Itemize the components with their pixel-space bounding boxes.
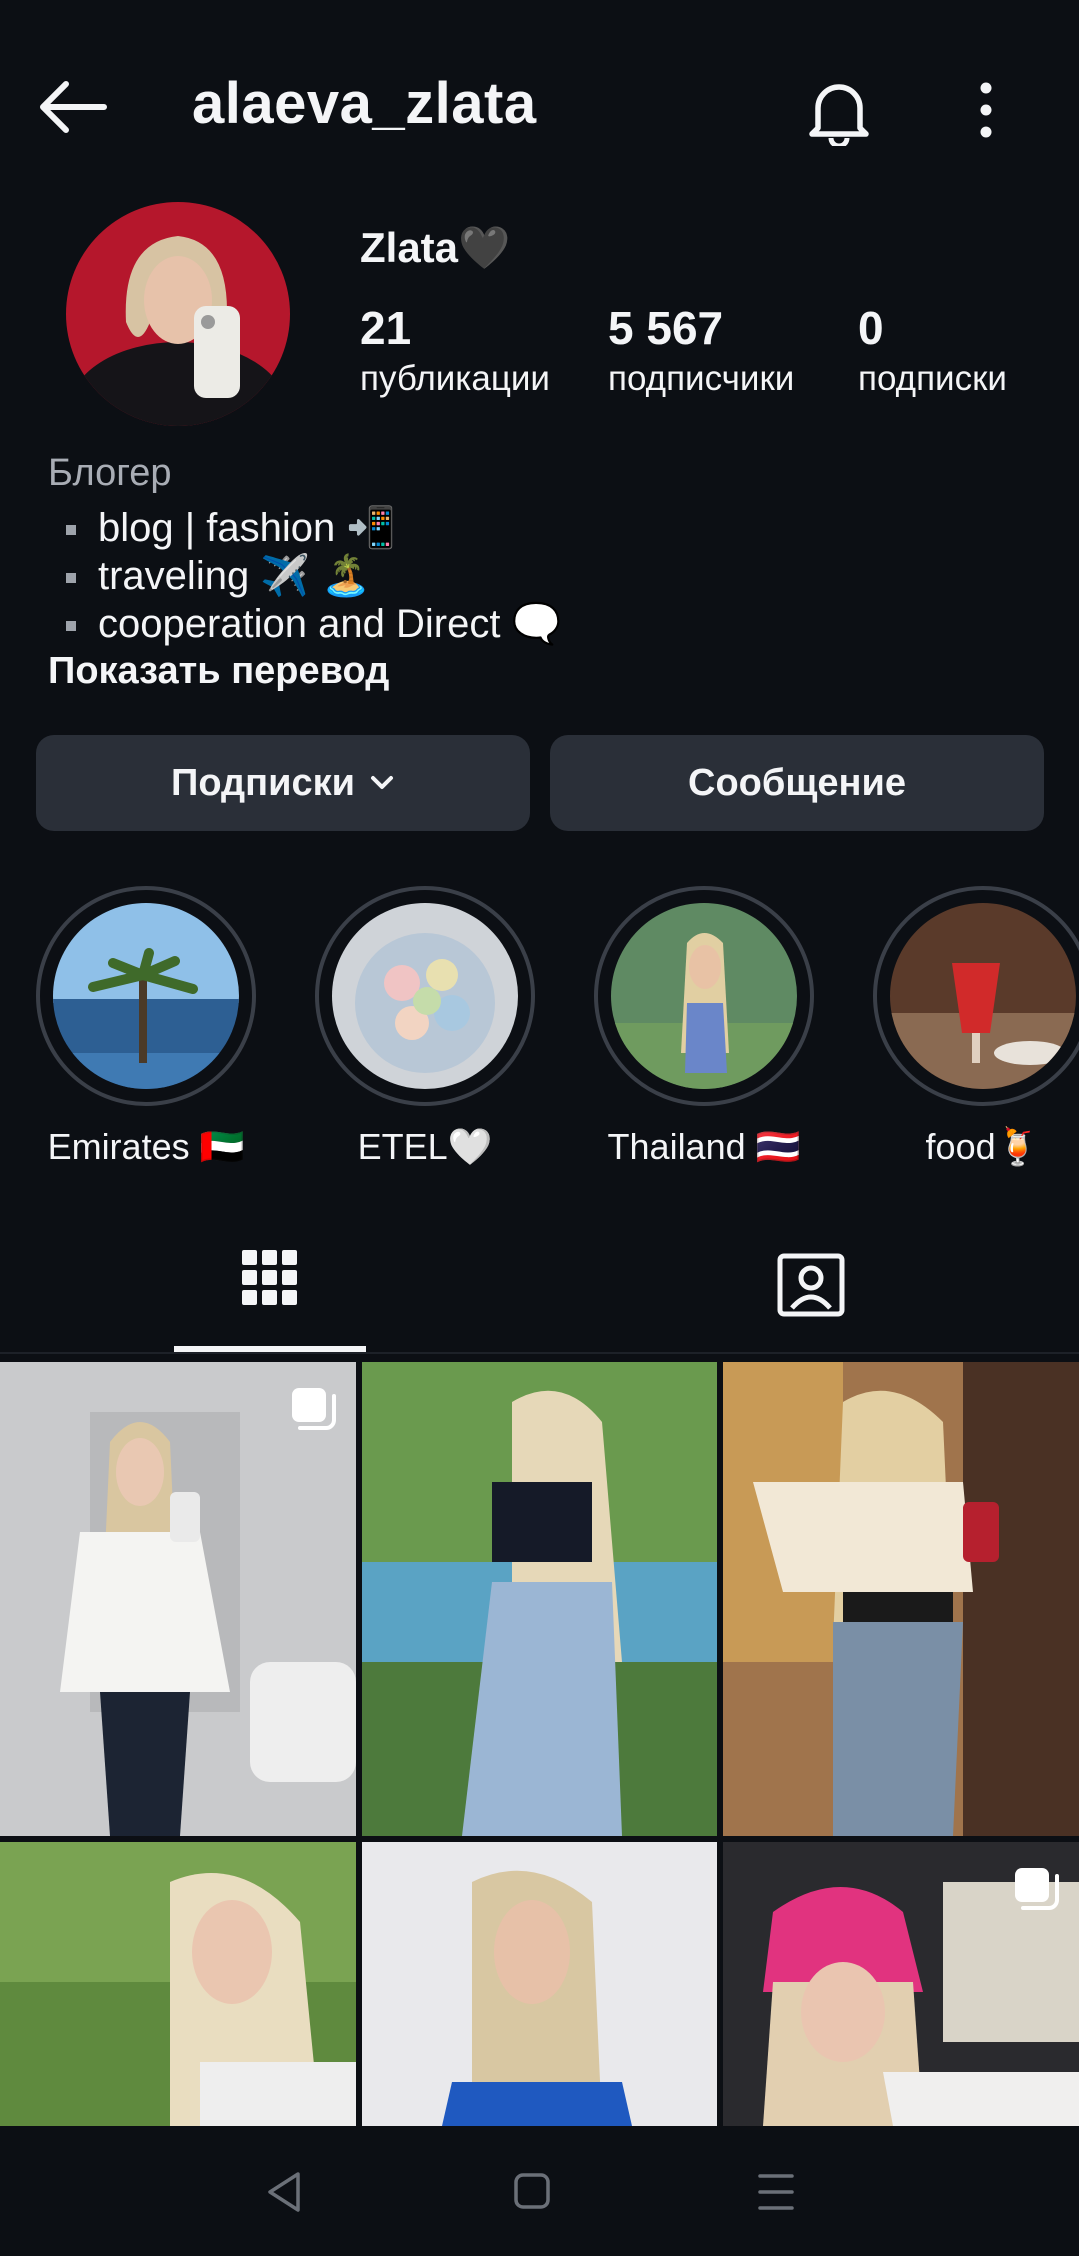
bio-line: cooperation and Direct 🗨️: [66, 600, 561, 648]
post-thumbnail[interactable]: [723, 1842, 1079, 2126]
highlight-label: food🍹: [925, 1126, 1041, 1167]
highlight-item[interactable]: ETEL🤍: [313, 886, 537, 1168]
top-bar: alaeva_zlata: [0, 0, 1079, 210]
chevron-down-icon: [370, 776, 393, 789]
multiple-media-icon: [292, 1388, 336, 1430]
multiple-media-icon: [1015, 1868, 1059, 1910]
message-button-label: Сообщение: [688, 761, 906, 804]
post-thumbnail[interactable]: [362, 1842, 717, 2126]
stat-label: публикации: [360, 359, 550, 398]
bullet-icon: [66, 525, 76, 536]
bullet-icon: [66, 621, 76, 632]
bio-text: traveling ✈️ 🏝️: [98, 554, 372, 598]
nav-home-icon[interactable]: [512, 2170, 552, 2214]
stat-followers[interactable]: 5 567 подписчики: [608, 300, 794, 402]
stat-value: 21: [360, 302, 412, 354]
highlight-item[interactable]: Thailand 🇹🇭: [592, 886, 816, 1168]
bio-text: cooperation and Direct 🗨️: [98, 602, 562, 646]
show-translation-link[interactable]: Показать перевод: [48, 650, 389, 693]
highlight-item[interactable]: Emirates 🇦🇪: [34, 886, 258, 1168]
highlight-item[interactable]: food🍹: [871, 886, 1079, 1168]
grid-icon[interactable]: [242, 1250, 298, 1318]
highlight-cover: [332, 903, 518, 1089]
highlight-label: Thailand 🇹🇭: [607, 1126, 801, 1167]
more-vertical-icon[interactable]: [966, 80, 1006, 140]
post-thumbnail[interactable]: [0, 1362, 356, 1836]
highlight-ring: [873, 886, 1079, 1106]
message-button[interactable]: Сообщение: [550, 735, 1044, 831]
bullet-icon: [66, 573, 76, 584]
stat-label: подписчики: [608, 359, 795, 398]
highlight-ring: [594, 886, 814, 1106]
following-button[interactable]: Подписки: [36, 735, 530, 831]
stat-value: 0: [858, 302, 884, 354]
stat-value: 5 567: [608, 302, 724, 354]
tab-divider: [0, 1352, 1079, 1354]
highlight-ring: [315, 886, 535, 1106]
bio-line: blog | fashion 📲: [66, 504, 396, 552]
profile-category: Блогер: [48, 452, 172, 494]
bell-icon[interactable]: [806, 76, 872, 146]
profile-avatar[interactable]: [66, 202, 290, 426]
post-thumbnail[interactable]: [723, 1362, 1079, 1836]
stat-posts[interactable]: 21 публикации: [360, 300, 550, 402]
highlight-ring: [36, 886, 256, 1106]
highlight-cover: [611, 903, 797, 1089]
post-thumbnail[interactable]: [362, 1362, 717, 1836]
back-arrow-icon[interactable]: [36, 78, 108, 136]
profile-tabs: [0, 1230, 1079, 1360]
nav-back-icon[interactable]: [264, 2170, 304, 2214]
highlight-label: ETEL🤍: [357, 1126, 493, 1167]
highlight-cover: [890, 903, 1076, 1089]
profile-username: alaeva_zlata: [192, 71, 537, 136]
post-thumbnail[interactable]: [0, 1842, 356, 2126]
display-name: Zlata🖤: [360, 224, 511, 271]
bio-text: blog | fashion 📲: [98, 506, 397, 550]
bio-line: traveling ✈️ 🏝️: [66, 552, 371, 600]
highlight-cover: [53, 903, 239, 1089]
following-button-label: Подписки: [171, 761, 355, 804]
stat-following[interactable]: 0 подписки: [858, 300, 1007, 402]
highlight-label: Emirates 🇦🇪: [47, 1126, 245, 1167]
stat-label: подписки: [858, 359, 1007, 398]
tagged-person-icon[interactable]: [776, 1250, 846, 1320]
nav-recents-icon[interactable]: [756, 2170, 796, 2214]
